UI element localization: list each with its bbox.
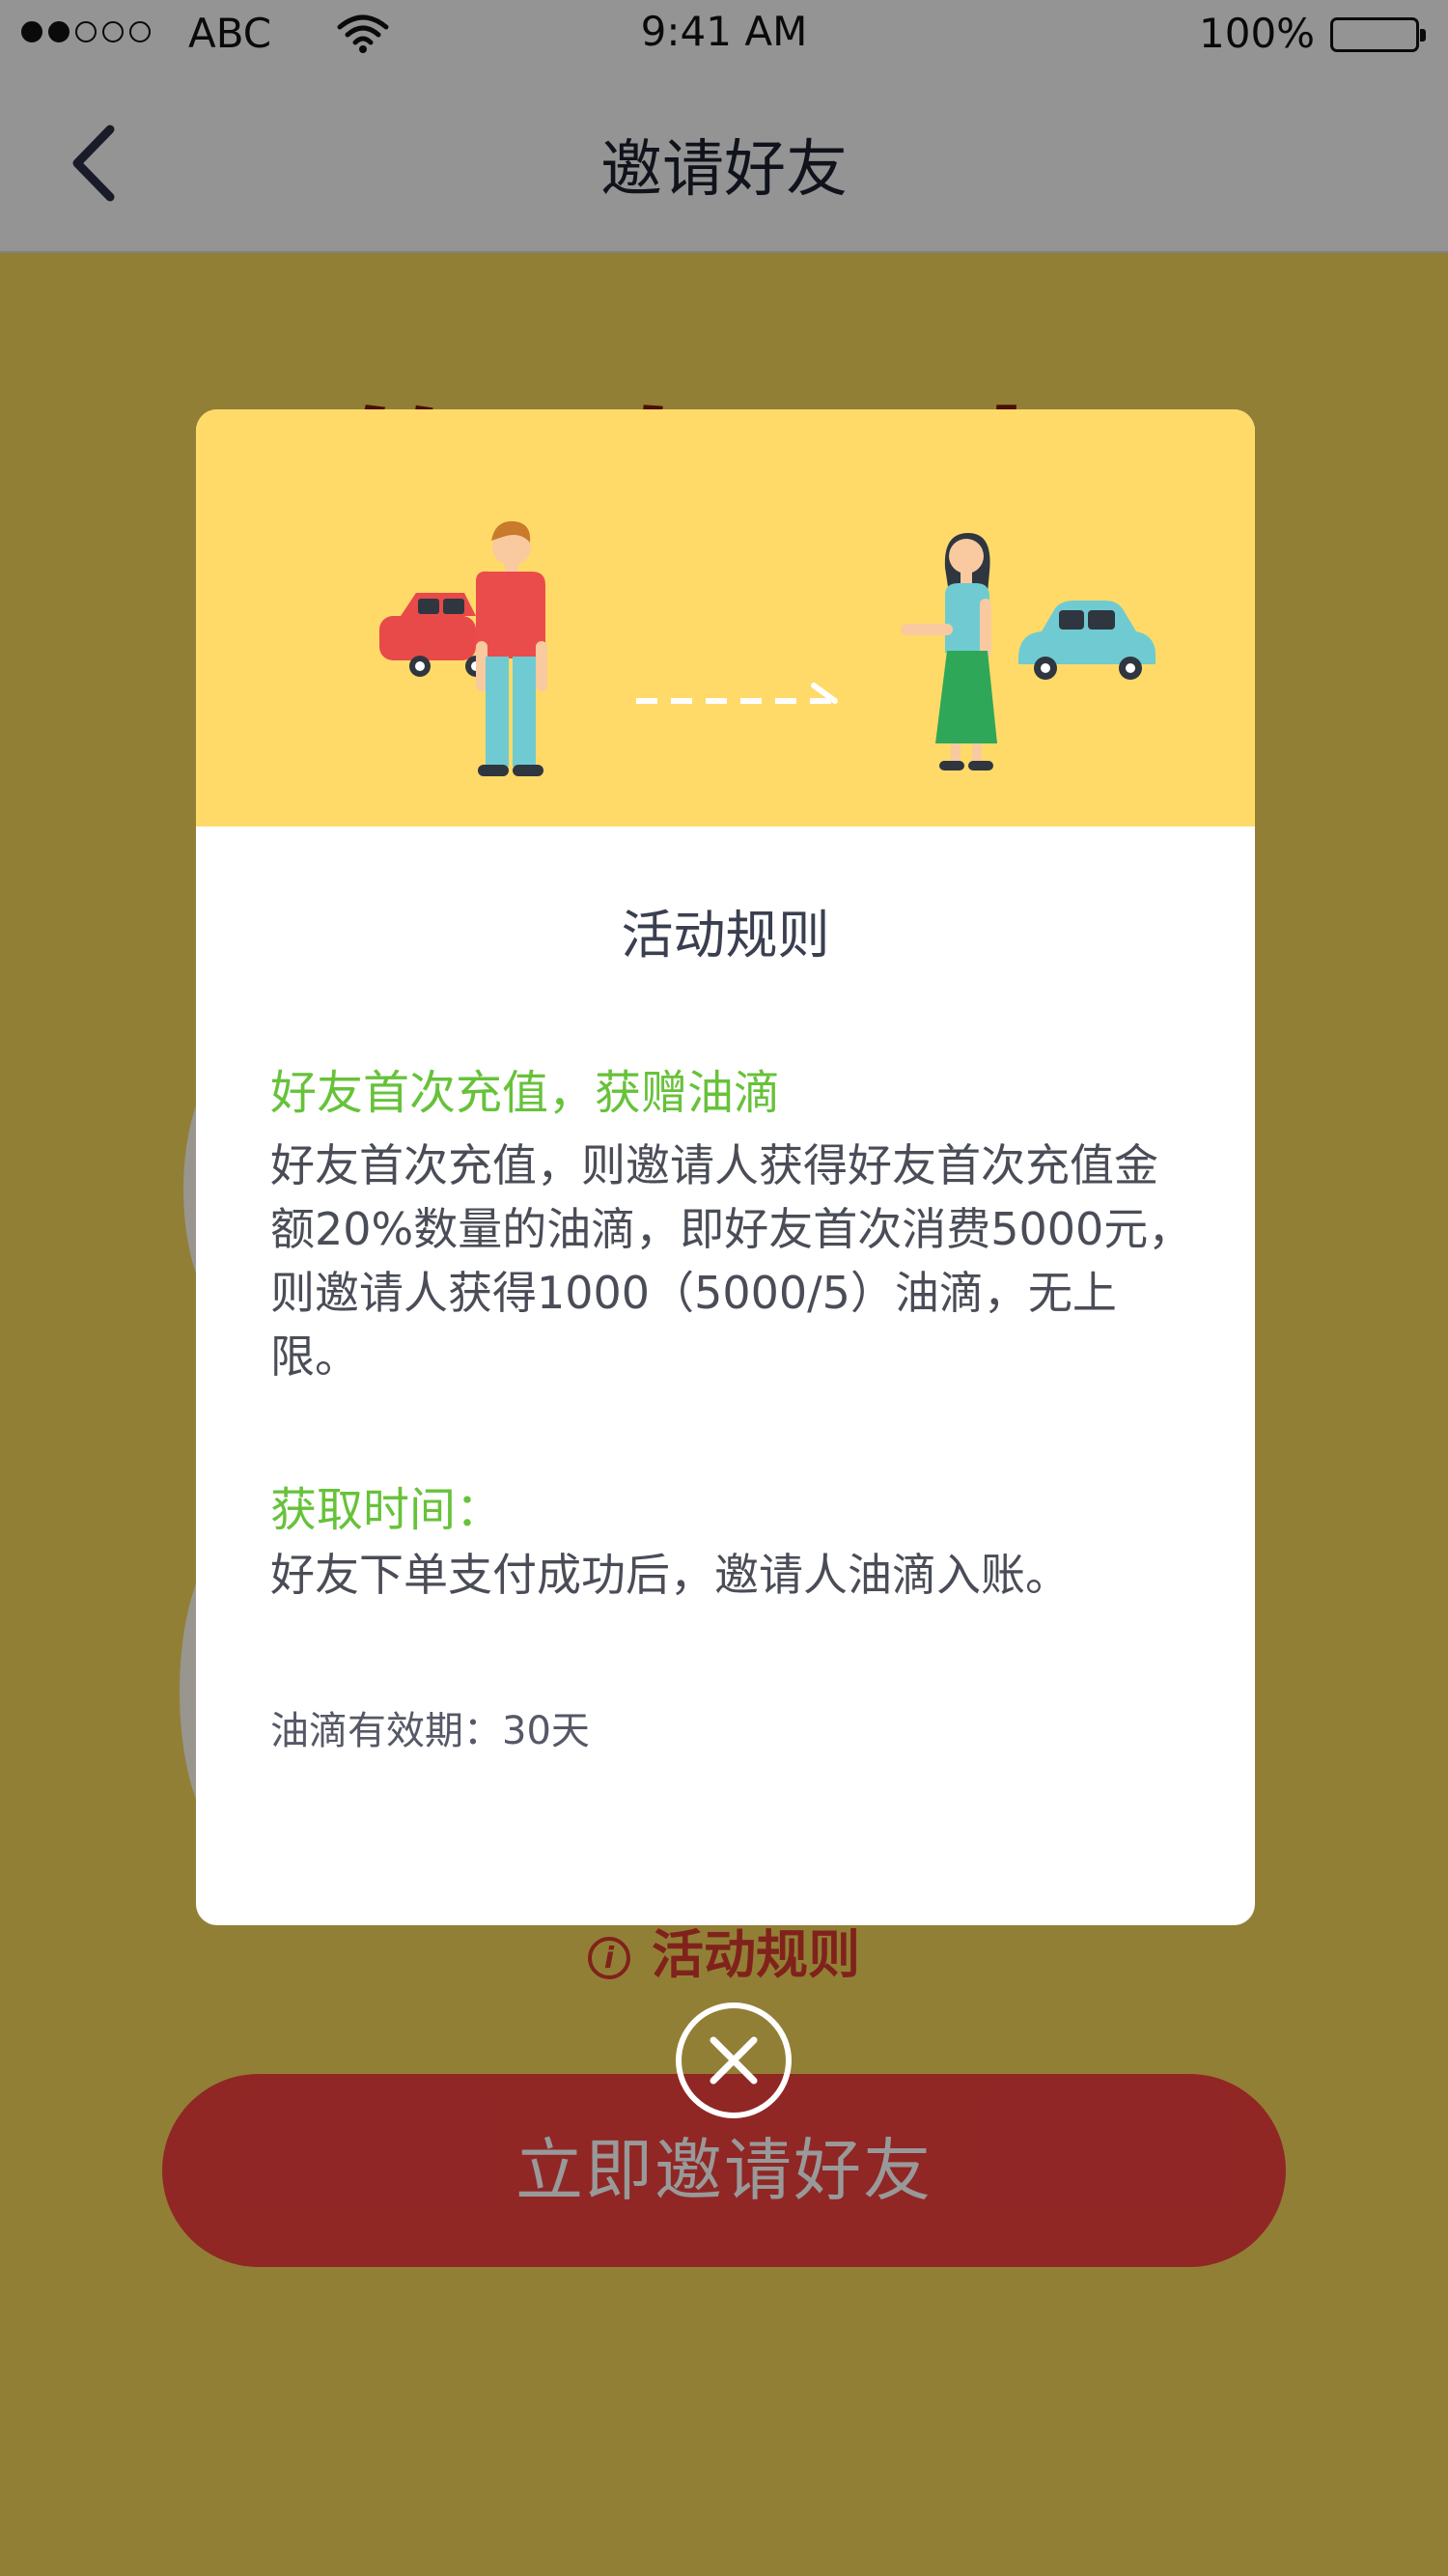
rule-body-time: 好友下单支付成功后，邀请人油滴入账。	[270, 1549, 1070, 1601]
modal-title: 活动规则	[621, 905, 830, 966]
rule-body-recharge: 好友首次充值，则邀请人获得好友首次充值金额20%数量的油滴，即好友首次消费500…	[270, 1139, 1193, 1383]
arrow-icon	[636, 683, 838, 704]
modal-banner-illustration	[196, 409, 1255, 826]
close-circle-icon	[710, 2036, 758, 2085]
red-car-icon	[379, 593, 487, 677]
man-figure-icon	[476, 520, 547, 776]
close-modal-button[interactable]	[676, 2002, 792, 2118]
rule-heading-recharge: 好友首次充值，获赠油滴	[270, 1066, 781, 1120]
rules-modal: 活动规则 好友首次充值，获赠油滴 好友首次充值，则邀请人获得好友首次充值金额20…	[196, 409, 1255, 1925]
teal-car-icon	[1018, 601, 1156, 680]
validity-note: 油滴有效期：30天	[270, 1709, 590, 1753]
rule-heading-time: 获取时间：	[270, 1483, 503, 1537]
woman-figure-icon	[901, 533, 997, 770]
